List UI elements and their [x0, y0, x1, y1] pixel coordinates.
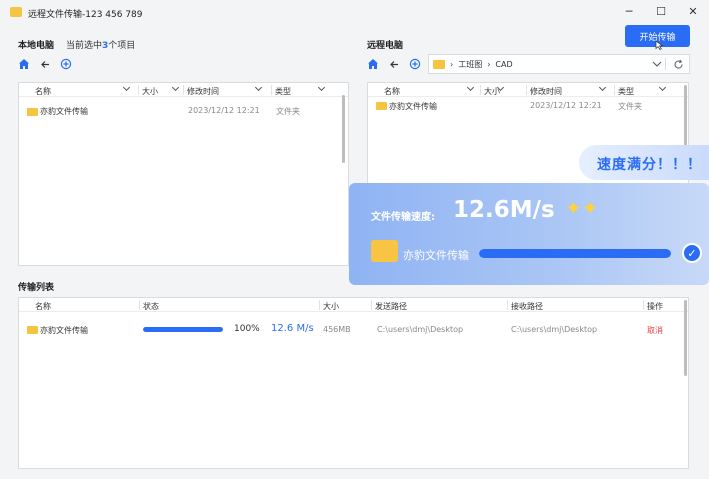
transfer-progress-fill [143, 327, 223, 332]
chevron-down-icon[interactable] [317, 83, 326, 92]
local-nav [16, 56, 79, 72]
file-type: 文件夹 [276, 107, 300, 116]
chevron-right-icon: › [450, 59, 454, 69]
col-name: 名称 [35, 302, 51, 311]
col-modified[interactable]: 修改时间 [187, 86, 219, 97]
back-arrow-icon[interactable] [386, 56, 402, 72]
folder-icon [433, 59, 445, 69]
scrollbar[interactable] [342, 95, 345, 163]
selection-prefix: 当前选中 [66, 41, 103, 51]
col-from: 发送路径 [375, 302, 407, 311]
add-circle-icon[interactable] [407, 56, 423, 72]
chevron-right-icon: › [487, 59, 491, 69]
col-status: 状态 [143, 302, 159, 311]
transfer-percent: 100% [234, 324, 260, 334]
col-to: 接收路径 [511, 302, 543, 311]
file-modified: 2023/12/12 12:21 [188, 106, 260, 115]
remote-nav [365, 56, 428, 72]
cursor-icon [655, 40, 664, 50]
folder-icon [27, 108, 38, 116]
maximize-button[interactable]: ☐ [650, 3, 672, 19]
column-divider [138, 85, 139, 95]
file-modified: 2023/12/12 12:21 [530, 101, 602, 110]
sparkle-icon: ✦✦ [565, 196, 599, 220]
remote-header: 名称 大小 修改时间 类型 [368, 83, 688, 97]
local-header: 名称 大小 修改时间 类型 [19, 83, 348, 97]
col-action: 操作 [647, 302, 663, 311]
transfer-pane: 名称 状态 大小 发送路径 接收路径 操作 亦豹文件传输 100% 12.6 M… [18, 297, 689, 469]
folder-icon [27, 326, 38, 334]
chevron-down-icon[interactable] [466, 83, 475, 92]
window-title: 远程文件传输-123 456 789 [28, 10, 143, 20]
column-divider [319, 300, 320, 310]
column-divider [271, 85, 272, 95]
column-divider [480, 85, 481, 95]
transfer-from: C:\users\dmj\Desktop [377, 325, 464, 334]
folder-icon [376, 102, 387, 110]
column-divider [371, 300, 372, 310]
cancel-link[interactable]: 取消 [647, 325, 663, 336]
speed-value: 12.6M/s [453, 197, 555, 223]
path-segment[interactable]: CAD [495, 60, 512, 69]
column-divider [139, 300, 140, 310]
back-arrow-icon[interactable] [37, 56, 53, 72]
transfer-header: 名称 状态 大小 发送路径 接收路径 操作 [19, 298, 688, 312]
add-circle-icon[interactable] [58, 56, 74, 72]
transfer-name: 亦豹文件传输 [40, 326, 88, 335]
speed-bubble: 速度满分！！！ [579, 145, 709, 180]
chevron-down-icon[interactable] [652, 61, 662, 68]
file-name: 亦豹文件传输 [40, 107, 88, 116]
column-divider [614, 85, 615, 95]
transfer-speed: 12.6 M/s [271, 323, 314, 334]
home-icon[interactable] [16, 56, 32, 72]
transfer-size: 456MB [323, 325, 351, 334]
column-divider [643, 300, 644, 310]
path-bar[interactable]: › 工班图 › CAD [428, 54, 690, 74]
bubble-text: 速度满分！！！ [597, 157, 702, 173]
local-file-pane: 名称 大小 修改时间 类型 亦豹文件传输 2023/12/12 12:21 文件… [18, 82, 349, 266]
card-file-name: 亦豹文件传输 [403, 249, 469, 262]
title-bar: 远程文件传输-123 456 789 ─ ☐ ✕ [0, 0, 709, 24]
scrollbar[interactable] [684, 300, 687, 376]
speed-card: 文件传输速度: 12.6M/s ✦✦ 亦豹文件传输 ✓ [349, 183, 709, 285]
chevron-down-icon[interactable] [658, 83, 667, 92]
card-progress-bar [479, 249, 671, 258]
close-button[interactable]: ✕ [682, 3, 704, 19]
local-title: 本地电脑 [18, 41, 55, 51]
chevron-down-icon[interactable] [171, 83, 180, 92]
col-name[interactable]: 名称 [35, 86, 51, 97]
speed-label: 文件传输速度: [371, 212, 435, 223]
home-icon[interactable] [365, 56, 381, 72]
col-modified[interactable]: 修改时间 [530, 86, 562, 97]
folder-icon [371, 240, 398, 262]
minimize-button[interactable]: ─ [618, 3, 640, 19]
file-type: 文件夹 [618, 102, 642, 111]
column-divider [507, 300, 508, 310]
chevron-down-icon[interactable] [122, 83, 131, 92]
path-divider [665, 58, 666, 70]
col-size[interactable]: 大小 [142, 86, 158, 97]
remote-title: 远程电脑 [367, 41, 404, 51]
transfer-progress-bar [143, 327, 223, 332]
selection-suffix: 个项目 [108, 41, 136, 51]
folder-app-icon [10, 7, 22, 17]
chevron-down-icon[interactable] [254, 83, 263, 92]
column-divider [526, 85, 527, 95]
col-name[interactable]: 名称 [384, 86, 400, 97]
selection-info: 当前选中3个项目 [66, 38, 135, 51]
col-type[interactable]: 类型 [275, 86, 291, 97]
col-type[interactable]: 类型 [618, 86, 634, 97]
transfer-title: 传输列表 [18, 283, 55, 293]
check-icon: ✓ [682, 243, 702, 263]
file-name: 亦豹文件传输 [389, 102, 437, 111]
path-segment[interactable]: 工班图 [458, 59, 482, 70]
chevron-down-icon[interactable] [598, 83, 607, 92]
card-progress-fill [479, 249, 671, 258]
transfer-to: C:\users\dmj\Desktop [511, 325, 598, 334]
col-size: 大小 [323, 302, 339, 311]
column-divider [183, 85, 184, 95]
refresh-icon[interactable] [673, 59, 684, 70]
